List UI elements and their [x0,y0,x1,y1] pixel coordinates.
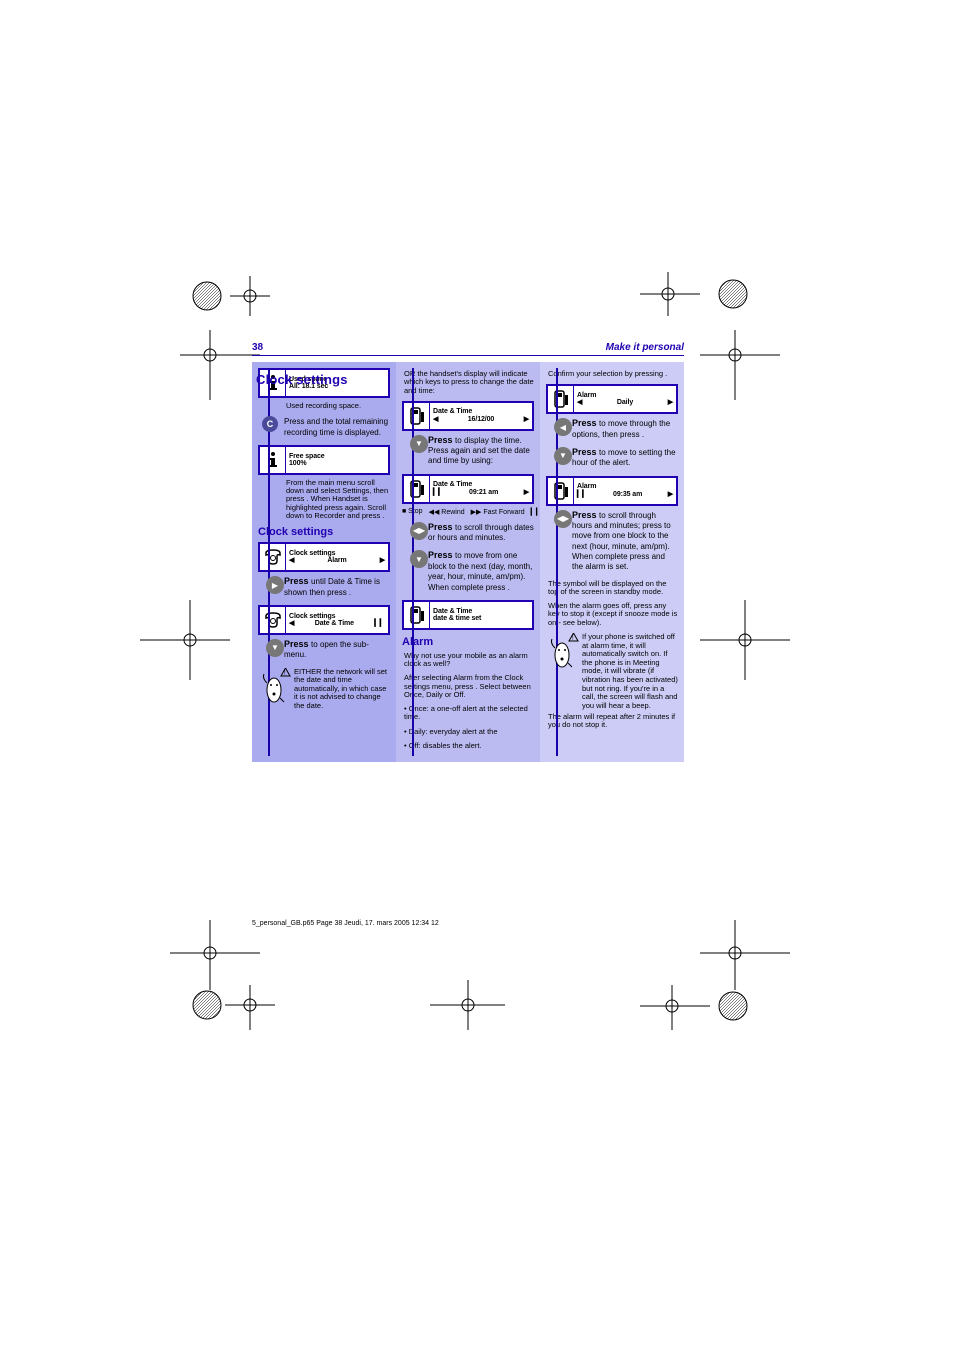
page-number: 38 [252,342,263,353]
screen-title: Alarm [577,392,673,399]
section-title: Make it personal [606,342,684,353]
handset-icon [404,403,430,429]
page-title: Clock settings [256,372,348,387]
down-key-icon: ▼ [410,550,428,568]
p: • Daily: everyday alert at the [404,728,534,736]
column-1: Used space All: 18.1 sec Used recording … [252,362,396,762]
column-2: OR the handset's display will indicate w… [396,362,540,762]
p: Why not use your mobile as an alarm cloc… [404,652,534,669]
step-down: ▼ Press to open the sub-menu. [258,639,390,660]
step-text: Press and the total remaining recording … [284,417,388,436]
p: When the alarm goes off, press any key t… [548,602,678,627]
p: The symbol will be displayed on the top … [548,580,678,597]
screen-line2: date & time set [433,615,529,622]
step-leftright: ◀▶ Press to scroll through hours and min… [546,510,678,572]
step-down: ▼ Press to display the time. Press again… [402,435,534,466]
screen-free-space: Free space 100% [258,445,390,475]
down-key-icon: ▼ [410,435,428,453]
step-right: ▶ Press until Date & Time is shown then … [258,576,390,597]
content-area: 38 Make it personal Used space All: 18.1… [252,342,684,762]
step-left: ◀ Press to move through the options, the… [546,418,678,439]
screen-title: Date & Time [433,608,529,615]
screen-line1: Free space [289,453,385,460]
screen-clock-datetime: Clock settings ◀Date & Time▎▎ [258,605,390,635]
down-key-icon: ▼ [266,639,284,657]
screen-line2: 100% [289,460,385,467]
screen-datetime-set: Date & Time date & time set [402,600,534,630]
p: After selecting Alarm from the Clock set… [404,674,534,699]
page-header: 38 Make it personal [252,342,684,356]
screen-alarm-daily: Alarm ◀Daily▶ [546,384,678,414]
caption: Used recording space. [286,402,390,410]
screen-title: Clock settings [289,550,385,557]
note2: The alarm will repeat after 2 minutes if… [548,713,678,730]
right-key-icon: ▶ [266,576,284,594]
info-icon [260,447,286,473]
mascot-warning-icon: ! [260,668,292,708]
mascot-warning-icon: ! [548,633,580,673]
left-right-key-icon: ◀▶ [554,510,572,528]
step-down2: ▼ Press to move from one block to the ne… [402,550,534,591]
phone-icon [260,544,286,570]
screen-title: Date & Time [433,408,529,415]
phone-icon [260,607,286,633]
columns: Used space All: 18.1 sec Used recording … [252,362,684,762]
screen-title: Date & Time [433,481,529,488]
p: • Off: disables the alert. [404,742,534,750]
step-leftright: ◀▶ Press to scroll through dates or hour… [402,522,534,543]
subhead-alarm: Alarm [402,636,534,648]
handset-icon [404,602,430,628]
step-down: ▼ Press to move to setting the hour of t… [546,447,678,468]
note: ! EITHER the network will set the date a… [260,668,390,711]
down-key-icon: ▼ [554,447,572,465]
handset-icon [548,386,574,412]
handset-icon [548,478,574,504]
left-key-icon: ◀ [554,418,572,436]
note: ! If your phone is switched off at alarm… [548,633,678,711]
p: • Once: a one-off alert at the selected … [404,705,534,722]
screen-title: Alarm [577,483,673,490]
footer-metadata: 5_personal_GB.p65 Page 38 Jeudi, 17. mar… [252,920,439,927]
key-legend: ■ Stop ◀◀ Rewind ▶▶ Fast Forward ▎▎ Paus… [402,508,534,516]
page: 38 Make it personal Used space All: 18.1… [0,0,954,1351]
intro: Confirm your selection by pressing . [548,370,678,378]
screen-date: Date & Time ◀16/12/00▶ [402,401,534,431]
screen-alarm-time: Alarm ▎▎09:35 am▶ [546,476,678,506]
screen-title: Clock settings [289,613,385,620]
screen-time: Date & Time ▎▎09:21 am▶ [402,474,534,504]
c-key-icon: C [262,416,278,432]
screen-clock-alarm: Clock settings ◀Alarm▶ [258,542,390,572]
intro: OR the handset's display will indicate w… [404,370,534,395]
subhead-clock-settings: Clock settings [258,526,390,538]
caption: From the main menu scroll down and selec… [286,479,390,520]
column-3: Confirm your selection by pressing . Ala… [540,362,684,762]
left-right-key-icon: ◀▶ [410,522,428,540]
step-press-c: C Press and the total remaining recordin… [258,416,390,437]
handset-icon [404,476,430,502]
